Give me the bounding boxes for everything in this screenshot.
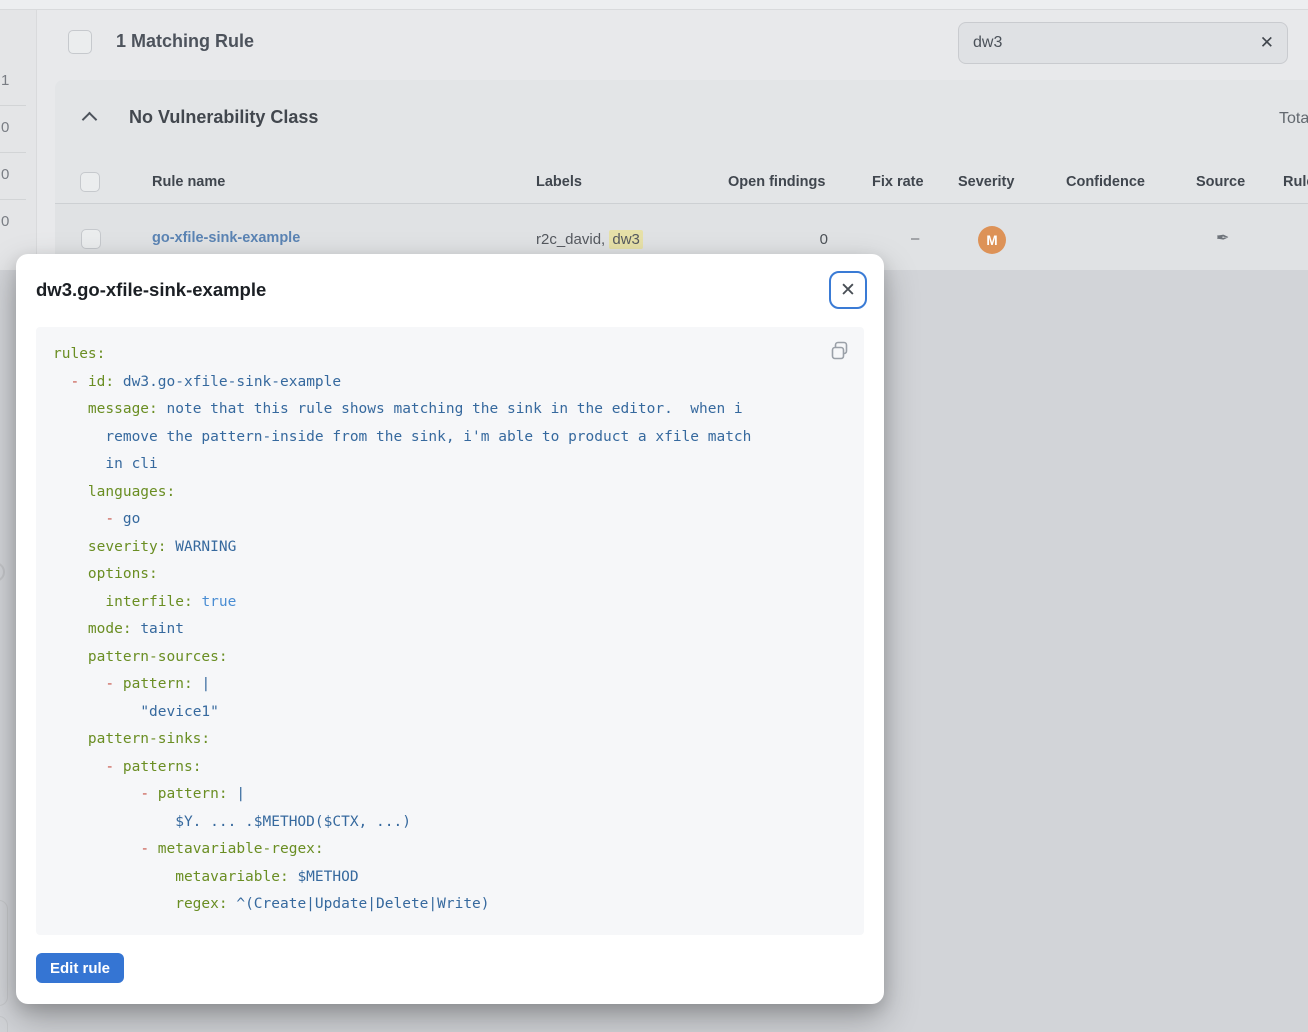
left-rail [0,10,37,270]
pen-nib-source-icon: ✒ [1216,228,1229,248]
select-all-rules-checkbox[interactable] [68,30,92,54]
matching-rule-count: 1 Matching Rule [116,31,254,52]
row-checkbox[interactable] [81,229,101,249]
column-header-labels[interactable]: Labels [536,174,582,190]
severity-badge: M [978,226,1006,254]
rail-divider [0,152,26,153]
rail-count: 0 [1,119,31,136]
label-highlight: dw3 [609,230,643,249]
rule-yaml-block: rules: - id: dw3.go-xfile-sink-example m… [36,327,864,935]
select-section-checkbox[interactable] [80,172,100,192]
copy-code-button[interactable] [829,340,851,362]
top-strip [0,0,1308,10]
rail-divider [0,199,26,200]
modal-title: dw3.go-xfile-sink-example [36,279,266,301]
rail-count: 0 [1,166,31,183]
column-header-confidence[interactable]: Confidence [1066,174,1145,190]
fix-rate-value: – [911,230,919,247]
rail-count: 1 [1,72,31,89]
section-title: No Vulnerability Class [129,107,318,128]
column-header-rule[interactable]: Rule [1283,174,1308,190]
labels-text: r2c_david, [536,231,609,248]
rule-name-link[interactable]: go-xfile-sink-example [152,230,300,246]
rule-detail-modal: dw3.go-xfile-sink-example ✕ rules: - id:… [16,254,884,1004]
column-header-fix-rate[interactable]: Fix rate [872,174,924,190]
edit-rule-button[interactable]: Edit rule [36,953,124,983]
column-header-severity[interactable]: Severity [958,174,1014,190]
total-label: Tota [1279,110,1308,128]
rule-yaml: rules: - id: dw3.go-xfile-sink-example m… [36,327,771,935]
column-header-source[interactable]: Source [1196,174,1245,190]
labels-cell: r2c_david, dw3 [536,231,643,248]
copy-icon [829,340,851,362]
clear-search-icon[interactable]: ✕ [1260,32,1274,54]
rail-fragment-box [0,900,8,1006]
close-icon: ✕ [840,279,856,302]
rule-search-input[interactable] [973,23,1243,63]
column-header-rule-name[interactable]: Rule name [152,174,225,190]
close-modal-button[interactable]: ✕ [829,271,867,309]
rule-search-box: ✕ [958,22,1288,64]
open-findings-value: 0 [790,231,828,248]
column-header-open-findings[interactable]: Open findings [728,174,825,190]
rail-divider [0,105,26,106]
rail-fragment-circle [0,562,5,582]
rail-fragment-box [0,1016,8,1032]
rail-count: 0 [1,213,31,230]
